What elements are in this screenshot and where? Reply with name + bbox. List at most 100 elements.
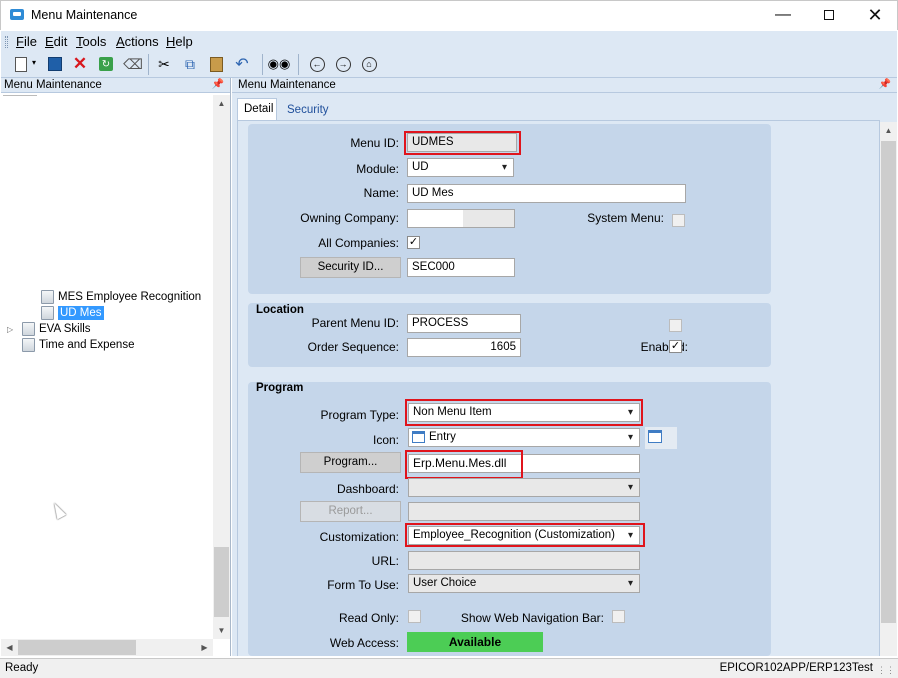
tree-item[interactable]: Time and Expense <box>22 338 134 352</box>
owning-company-label: Owning Company: <box>300 211 399 225</box>
order-sequence-field[interactable]: 1605 <box>407 338 521 357</box>
cut-icon[interactable]: ✂ <box>155 55 173 73</box>
menu-node-icon <box>22 322 35 336</box>
tree-item-label: Time and Expense <box>39 339 135 352</box>
security-id-field[interactable]: SEC000 <box>407 258 515 277</box>
pin-icon[interactable]: 📌 <box>212 78 224 92</box>
dashboard-dropdown[interactable] <box>408 478 640 497</box>
dashboard-label: Dashboard: <box>336 482 399 496</box>
scroll-right-icon[interactable]: ▶ <box>196 639 213 656</box>
resize-grip-icon[interactable]: ⋮⋮ <box>877 665 895 676</box>
tab-security[interactable]: Security <box>287 104 329 116</box>
web-access-badge: Available <box>407 632 543 652</box>
detail-panel-header: Menu Maintenance 📌 <box>232 78 897 93</box>
tab-label: Detail <box>244 103 274 115</box>
program-title: Program <box>256 382 304 394</box>
scroll-thumb[interactable] <box>18 640 136 655</box>
all-companies-label: All Companies: <box>318 236 399 250</box>
binoculars-icon[interactable]: ◉◉ <box>268 55 291 73</box>
module-value: UD <box>412 161 429 173</box>
tree-horizontal-scrollbar[interactable]: ◀ ▶ <box>1 639 213 656</box>
module-label: Module: <box>356 162 399 176</box>
home-icon[interactable]: ⌂ <box>360 55 378 73</box>
owning-company-value-box <box>408 210 463 227</box>
report-button: Report... <box>300 501 401 522</box>
close-window-button[interactable]: ✕ <box>852 0 898 30</box>
back-icon[interactable]: ← <box>308 55 326 73</box>
highlight-box <box>404 131 521 155</box>
system-menu-checkbox <box>672 214 685 227</box>
menu-node-icon <box>22 338 35 352</box>
form-to-use-value: User Choice <box>413 577 477 589</box>
scroll-left-icon[interactable]: ◀ <box>1 639 18 656</box>
order-sequence-label: Order Sequence: <box>307 340 399 354</box>
icon-value: Entry <box>429 431 456 443</box>
tab-detail[interactable]: Detail <box>237 98 277 121</box>
name-field[interactable]: UD Mes <box>407 184 686 203</box>
report-field <box>408 502 640 521</box>
undo-icon[interactable]: ↶ <box>233 55 251 73</box>
tree-item-label: MES Employee Recognition <box>58 291 202 304</box>
location-disabled-checkbox <box>669 319 682 332</box>
form-to-use-dropdown[interactable]: User Choice <box>408 574 640 593</box>
expand-icon[interactable]: ▷ <box>7 325 13 334</box>
menu-node-icon <box>41 306 54 320</box>
detail-panel: Menu Maintenance 📌 Detail Security ▲ Men… <box>232 78 897 656</box>
forward-icon[interactable]: → <box>334 55 352 73</box>
detail-panel-title: Menu Maintenance <box>238 79 336 91</box>
highlight-box <box>405 399 643 426</box>
system-menu-label: System Menu: <box>587 211 664 225</box>
copy-icon[interactable]: ⧉ <box>181 55 199 73</box>
save-icon[interactable] <box>46 55 64 73</box>
icon-dropdown[interactable]: Entry <box>408 428 640 447</box>
customization-label: Customization: <box>319 530 399 544</box>
menu-actions[interactable]: Actions <box>116 34 159 49</box>
tree-item-selected[interactable]: UD Mes <box>41 306 104 321</box>
toolbar-separator <box>148 54 149 75</box>
tree-panel-header: Menu Maintenance 📌 <box>1 78 230 93</box>
tree-item[interactable]: EVA Skills <box>22 322 91 336</box>
show-web-nav-label: Show Web Navigation Bar: <box>460 611 604 625</box>
paste-icon[interactable] <box>207 55 225 73</box>
scroll-up-icon[interactable]: ▲ <box>213 95 230 112</box>
module-dropdown[interactable]: UD <box>407 158 514 177</box>
scroll-thumb[interactable] <box>214 547 229 617</box>
tree-vertical-scrollbar[interactable]: ▲ ▼ <box>213 95 230 639</box>
minimize-button[interactable]: — <box>760 0 806 30</box>
form-vertical-scrollbar[interactable]: ▲ <box>880 122 897 656</box>
parent-menu-id-field[interactable]: PROCESS <box>407 314 521 333</box>
tree-item-label: UD Mes <box>58 306 104 321</box>
scroll-down-icon[interactable]: ▼ <box>213 622 230 639</box>
menu-node-icon <box>41 290 54 304</box>
status-bar: Ready EPICOR102APP/ERP123Test ⋮⋮ <box>0 658 898 678</box>
menu-edit[interactable]: Edit <box>45 34 67 49</box>
refresh-icon[interactable]: ↻ <box>97 55 115 73</box>
program-button[interactable]: Program... <box>300 452 401 473</box>
delete-icon[interactable]: ✕ <box>71 54 89 73</box>
new-dropdown-icon[interactable]: ▾ <box>32 58 36 67</box>
maximize-button[interactable] <box>806 0 852 30</box>
parent-menu-id-label: Parent Menu ID: <box>311 316 399 330</box>
read-only-checkbox[interactable] <box>408 610 421 623</box>
icon-label: Icon: <box>372 433 399 447</box>
status-text: Ready <box>5 662 39 674</box>
url-field <box>408 551 640 570</box>
security-id-button[interactable]: Security ID... <box>300 257 401 278</box>
show-web-nav-checkbox[interactable] <box>612 610 625 623</box>
toolbar-separator <box>262 54 263 75</box>
toolbar-separator <box>298 54 299 75</box>
menu-tools[interactable]: Tools <box>76 34 106 49</box>
menu-help[interactable]: Help <box>166 34 193 49</box>
scroll-thumb[interactable] <box>881 141 896 623</box>
eraser-icon[interactable]: ⌫ <box>123 55 143 73</box>
tree-item[interactable]: MES Employee Recognition <box>41 290 201 304</box>
pin-icon[interactable]: 📌 <box>879 78 891 92</box>
web-access-label: Web Access: <box>329 636 399 650</box>
enabled-checkbox[interactable]: ✓ <box>669 340 682 353</box>
all-companies-checkbox[interactable]: ✓ <box>407 236 420 249</box>
window-title: Menu Maintenance <box>31 8 138 22</box>
new-icon[interactable] <box>12 55 30 73</box>
menu-file[interactable]: File <box>16 34 37 49</box>
menu-grip <box>5 36 8 48</box>
scroll-up-icon[interactable]: ▲ <box>880 122 897 139</box>
